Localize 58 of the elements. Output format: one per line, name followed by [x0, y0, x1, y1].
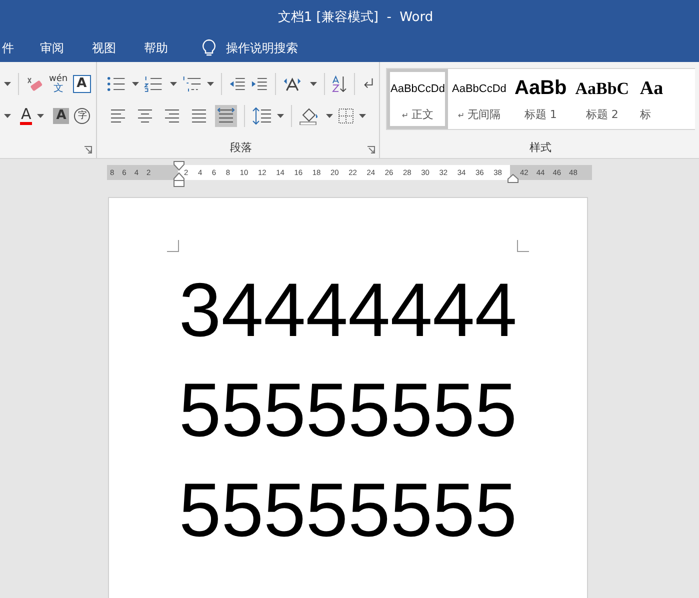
distributed-align-button[interactable]: [215, 105, 237, 127]
document-text-line: 55555555: [178, 367, 518, 455]
increase-indent-icon[interactable]: [251, 77, 268, 91]
group-label: 样式: [530, 140, 552, 155]
caret-icon[interactable]: [326, 114, 333, 118]
caret-icon[interactable]: [207, 82, 214, 86]
document-text-line: 34444444: [178, 267, 518, 355]
eraser-icon[interactable]: [26, 75, 44, 93]
borders-icon[interactable]: [338, 108, 354, 124]
decrease-indent-icon[interactable]: [229, 77, 246, 91]
style-name: ↵ 正文: [402, 106, 434, 122]
dialog-launcher-icon[interactable]: [84, 146, 92, 154]
enclose-characters-button[interactable]: 字: [74, 108, 90, 124]
ribbon-tab[interactable]: 视图: [80, 34, 128, 62]
style-preview: Aa: [640, 76, 664, 100]
caret-icon[interactable]: [310, 82, 318, 86]
crop-mark-icon: [167, 240, 179, 252]
caret-icon[interactable]: [4, 82, 11, 86]
sort-icon[interactable]: [332, 75, 348, 93]
window-title: 文档1 [兼容模式] - Word: [278, 9, 434, 26]
style-item[interactable]: Aa 标: [632, 69, 695, 129]
ribbon-tab[interactable]: 件: [0, 34, 24, 62]
document-text-line: 55555555: [178, 467, 518, 555]
character-border-button[interactable]: A: [72, 75, 91, 93]
crop-mark-icon: [517, 240, 529, 252]
lightbulb-icon: [202, 39, 216, 57]
style-item[interactable]: AaBbCcDd ↵ 正文: [387, 69, 448, 129]
line-spacing-icon[interactable]: [252, 107, 272, 125]
style-name: ↵ 无间隔: [458, 106, 501, 122]
style-preview: AaBbCcDd: [452, 82, 506, 96]
caret-icon[interactable]: [132, 82, 140, 86]
character-shading-button[interactable]: A: [53, 108, 70, 124]
caret-icon[interactable]: [170, 82, 177, 86]
style-item[interactable]: AaBbC 标题 2: [571, 69, 633, 129]
paragraph-mark-icon[interactable]: [362, 77, 376, 91]
font-color-button[interactable]: A: [20, 107, 32, 125]
style-preview: AaBb: [514, 76, 567, 100]
style-name: 标题 2: [586, 106, 618, 122]
indent-marker-icon[interactable]: [173, 161, 185, 187]
dialog-launcher-icon[interactable]: [367, 146, 375, 154]
caret-icon[interactable]: [4, 114, 11, 118]
style-preview: AaBbC: [575, 78, 630, 100]
style-item[interactable]: AaBb 标题 1: [510, 69, 572, 129]
bullets-icon[interactable]: [107, 76, 128, 92]
style-name: 标: [640, 106, 651, 122]
caret-icon[interactable]: [277, 114, 284, 118]
tell-me-search[interactable]: 操作说明搜索: [226, 40, 298, 56]
phonetic-guide-button[interactable]: wén 文: [49, 74, 68, 94]
ribbon-tab[interactable]: 帮助: [132, 34, 180, 62]
style-item[interactable]: AaBbCcDd ↵ 无间隔: [448, 69, 510, 129]
caret-icon[interactable]: [359, 114, 366, 118]
style-name: 标题 1: [524, 106, 557, 122]
style-preview: AaBbCcDd: [390, 82, 445, 96]
caret-icon[interactable]: [37, 114, 44, 118]
ribbon-tab[interactable]: 审阅: [28, 34, 76, 62]
right-indent-marker-icon[interactable]: [507, 174, 519, 183]
multilevel-list-icon[interactable]: [182, 75, 202, 93]
group-label: 段落: [230, 140, 252, 155]
